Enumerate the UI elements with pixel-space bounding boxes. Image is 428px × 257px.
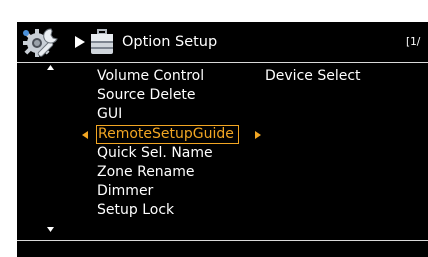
page-indicator: [1/ [406,36,421,48]
triangle-left-icon [82,131,88,139]
triangle-right-icon [255,131,261,139]
triangle-down-icon[interactable] [47,227,54,232]
page-title: Option Setup [122,34,218,50]
menu-item-remote-setup-guide[interactable]: RemoteSetupGuide [96,125,239,144]
arrow-right-icon [75,36,85,48]
header-divider [17,62,428,63]
footer-divider [17,240,428,241]
menu-item-quick-sel-name[interactable]: Quick Sel. Name [97,144,213,163]
menu-item-source-delete[interactable]: Source Delete [97,86,196,105]
case-icon [91,29,113,54]
header-bar: Option Setup [1/ [17,22,428,62]
menu-item-zone-rename[interactable]: Zone Rename [97,163,195,182]
menu-item-volume-control[interactable]: Volume Control [97,67,204,86]
menu-item-dimmer[interactable]: Dimmer [97,182,153,201]
option-setup-panel: Option Setup [1/ Volume Control Source D… [17,22,428,257]
menu-item-setup-lock[interactable]: Setup Lock [97,201,174,220]
screen: Option Setup [1/ Volume Control Source D… [0,0,428,257]
triangle-up-icon[interactable] [47,65,54,70]
gear-wrench-icon [23,28,58,57]
menu-item-gui[interactable]: GUI [97,105,122,124]
device-select-option[interactable]: Device Select [265,67,361,86]
